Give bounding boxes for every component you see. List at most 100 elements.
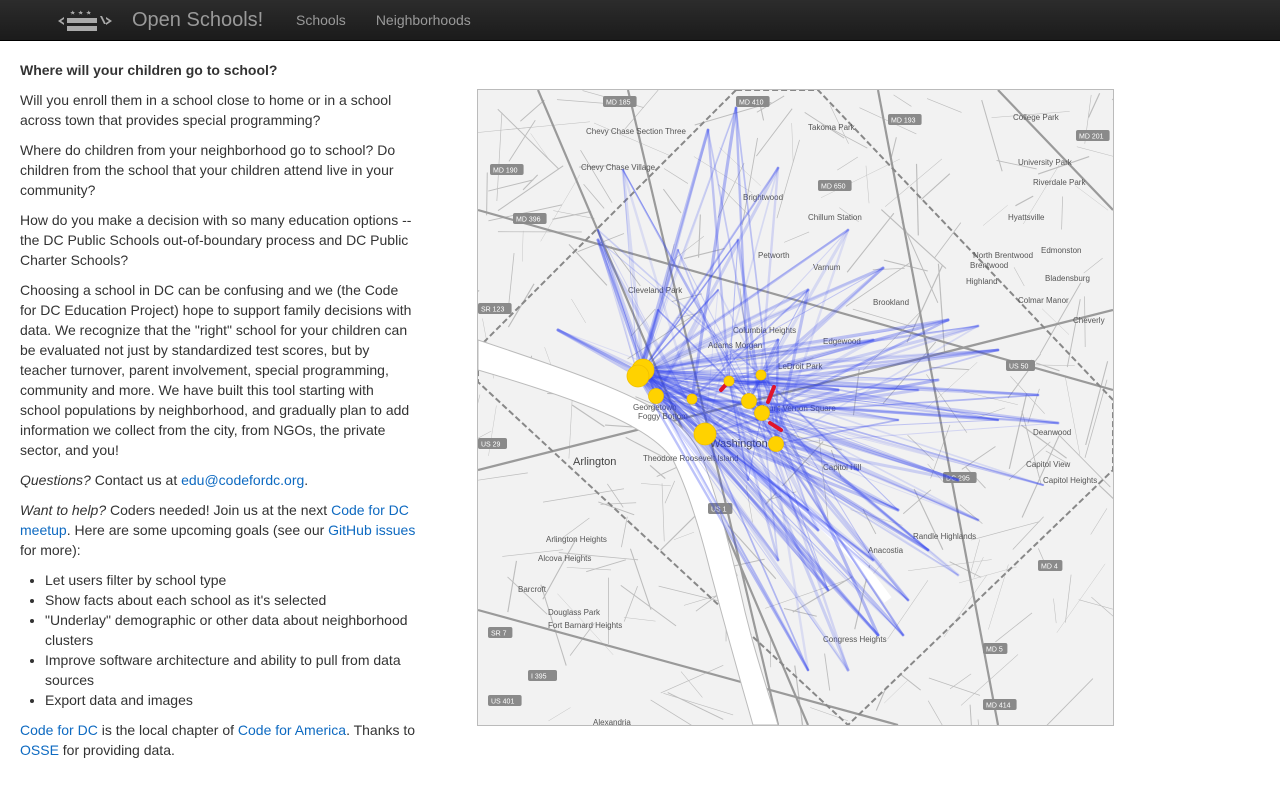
- road-shield: US 401: [488, 695, 522, 706]
- intro-paragraph-1: Will you enroll them in a school close t…: [20, 92, 392, 128]
- road-shield: US 29: [478, 438, 507, 449]
- help-label: Want to help?: [20, 502, 107, 518]
- questions-paragraph: Questions? Contact us at edu@codefordc.o…: [20, 472, 309, 488]
- questions-label: Questions?: [20, 472, 91, 488]
- school-flow-map[interactable]: Chevy Chase Section Three Chevy Chase Vil…: [477, 89, 1114, 726]
- road-shield: MD 5: [983, 643, 1008, 654]
- svg-text:MD 410: MD 410: [739, 100, 764, 107]
- footer-paragraph: Code for DC is the local chapter of Code…: [20, 722, 416, 758]
- road-shield: MD 396: [513, 213, 547, 224]
- map-place-label: Brentwood: [970, 261, 1008, 270]
- top-navbar: Open Schools! Schools Neighborhoods: [0, 0, 1280, 41]
- goal-item: Improve software architecture and abilit…: [45, 650, 418, 690]
- github-issues-link[interactable]: GitHub issues: [328, 522, 415, 538]
- intro-paragraph-3: How do you make a decision with so many …: [20, 212, 412, 268]
- map-place-label: Alexandria: [593, 718, 631, 725]
- nav-neighborhoods[interactable]: Neighborhoods: [361, 0, 486, 41]
- map-place-label: Arlington: [573, 456, 616, 468]
- svg-text:I 395: I 395: [531, 674, 547, 681]
- goal-item: Let users filter by school type: [45, 570, 418, 590]
- road-shield: MD 410: [736, 96, 770, 107]
- map-place-label: Petworth: [758, 251, 790, 260]
- road-shield: I 395: [528, 670, 557, 681]
- map-place-label: Douglass Park: [548, 608, 601, 617]
- svg-text:MD 193: MD 193: [891, 118, 916, 125]
- map-place-label: Chevy Chase Section Three: [586, 127, 686, 136]
- map-place-label: Takoma Park: [808, 123, 856, 132]
- goal-item: "Underlay" demographic or other data abo…: [45, 610, 418, 650]
- road-shield: MD 414: [983, 699, 1017, 710]
- map-place-label: Brookland: [873, 298, 909, 307]
- road-shield: SR 123: [478, 303, 512, 314]
- dc-flag-code-icon: [58, 10, 112, 31]
- school-marker[interactable]: [723, 375, 735, 387]
- map-place-label: Capitol View: [1026, 460, 1071, 469]
- code-for-america-link[interactable]: Code for America: [238, 722, 346, 738]
- school-marker[interactable]: [693, 422, 717, 446]
- svg-text:MD 190: MD 190: [493, 168, 518, 175]
- map-place-label: Arlington Heights: [546, 535, 607, 544]
- svg-text:US 50: US 50: [1009, 364, 1029, 371]
- map-place-label: Cheverly: [1073, 316, 1105, 325]
- svg-text:SR 123: SR 123: [481, 307, 504, 314]
- map-place-label: Randle Highlands: [913, 532, 976, 541]
- road-shield: MD 193: [888, 114, 922, 125]
- map-place-label: Fort Barnard Heights: [548, 621, 622, 630]
- brand-title: Open Schools!: [132, 9, 264, 31]
- map-place-label: Alcova Heights: [538, 554, 591, 563]
- nav-schools[interactable]: Schools: [281, 0, 361, 41]
- school-marker[interactable]: [686, 393, 698, 405]
- code-for-dc-link[interactable]: Code for DC: [20, 722, 98, 738]
- map-place-label: Highland: [966, 277, 998, 286]
- svg-text:MD 185: MD 185: [606, 100, 631, 107]
- goal-item: Show facts about each school as it's sel…: [45, 590, 418, 610]
- svg-text:SR 7: SR 7: [491, 631, 507, 638]
- intro-column: Where will your children go to school? W…: [20, 58, 418, 770]
- map-place-label: Edmonston: [1041, 246, 1081, 255]
- main-nav: Schools Neighborhoods: [281, 0, 486, 41]
- school-marker[interactable]: [754, 405, 770, 421]
- email-link[interactable]: edu@codefordc.org: [181, 472, 304, 488]
- map-place-label: College Park: [1013, 113, 1060, 122]
- map-place-label: Capitol Heights: [1043, 476, 1097, 485]
- svg-text:MD 396: MD 396: [516, 217, 541, 224]
- svg-text:US 29: US 29: [481, 442, 501, 449]
- svg-text:MD 201: MD 201: [1079, 134, 1104, 141]
- svg-text:US 401: US 401: [491, 699, 514, 706]
- map-place-label: Colmar Manor: [1018, 296, 1069, 305]
- help-paragraph: Want to help? Coders needed! Join us at …: [20, 502, 416, 558]
- map-place-label: University Park: [1018, 158, 1073, 167]
- svg-text:MD 414: MD 414: [986, 703, 1011, 710]
- map-place-label: Barcroft: [518, 585, 547, 594]
- svg-text:MD 5: MD 5: [986, 647, 1003, 654]
- map-place-label: Bladensburg: [1045, 274, 1090, 283]
- map-place-label: Anacostia: [868, 546, 904, 555]
- map-place-label: Deanwood: [1033, 428, 1071, 437]
- map-place-label: Hyattsville: [1008, 213, 1045, 222]
- goal-item: Export data and images: [45, 690, 418, 710]
- road-shield: US 50: [1006, 360, 1035, 371]
- goals-list: Let users filter by school type Show fac…: [20, 570, 418, 710]
- road-shield: MD 185: [603, 96, 637, 107]
- svg-text:MD 650: MD 650: [821, 184, 846, 191]
- map-place-label: Chillum Station: [808, 213, 862, 222]
- map-place-label: Riverdale Park: [1033, 178, 1086, 187]
- brand-link[interactable]: Open Schools!: [54, 0, 263, 41]
- school-marker[interactable]: [741, 393, 757, 409]
- osse-link[interactable]: OSSE: [20, 742, 59, 758]
- intro-paragraph-4: Choosing a school in DC can be confusing…: [20, 282, 412, 458]
- page-heading: Where will your children go to school?: [20, 62, 278, 78]
- map-place-label: Chevy Chase Village: [581, 163, 656, 172]
- road-shield: MD 650: [818, 180, 852, 191]
- road-shield: MD 4: [1038, 560, 1063, 571]
- map-place-label: North Brentwood: [973, 251, 1033, 260]
- school-marker[interactable]: [768, 436, 784, 452]
- street-line: [486, 172, 488, 216]
- school-marker[interactable]: [626, 364, 650, 388]
- road-shield: SR 7: [488, 627, 513, 638]
- road-shield: MD 201: [1076, 130, 1110, 141]
- map-canvas[interactable]: Chevy Chase Section Three Chevy Chase Vil…: [478, 90, 1113, 725]
- school-marker[interactable]: [648, 388, 664, 404]
- school-marker[interactable]: [755, 369, 767, 381]
- road-shield: MD 190: [490, 164, 524, 175]
